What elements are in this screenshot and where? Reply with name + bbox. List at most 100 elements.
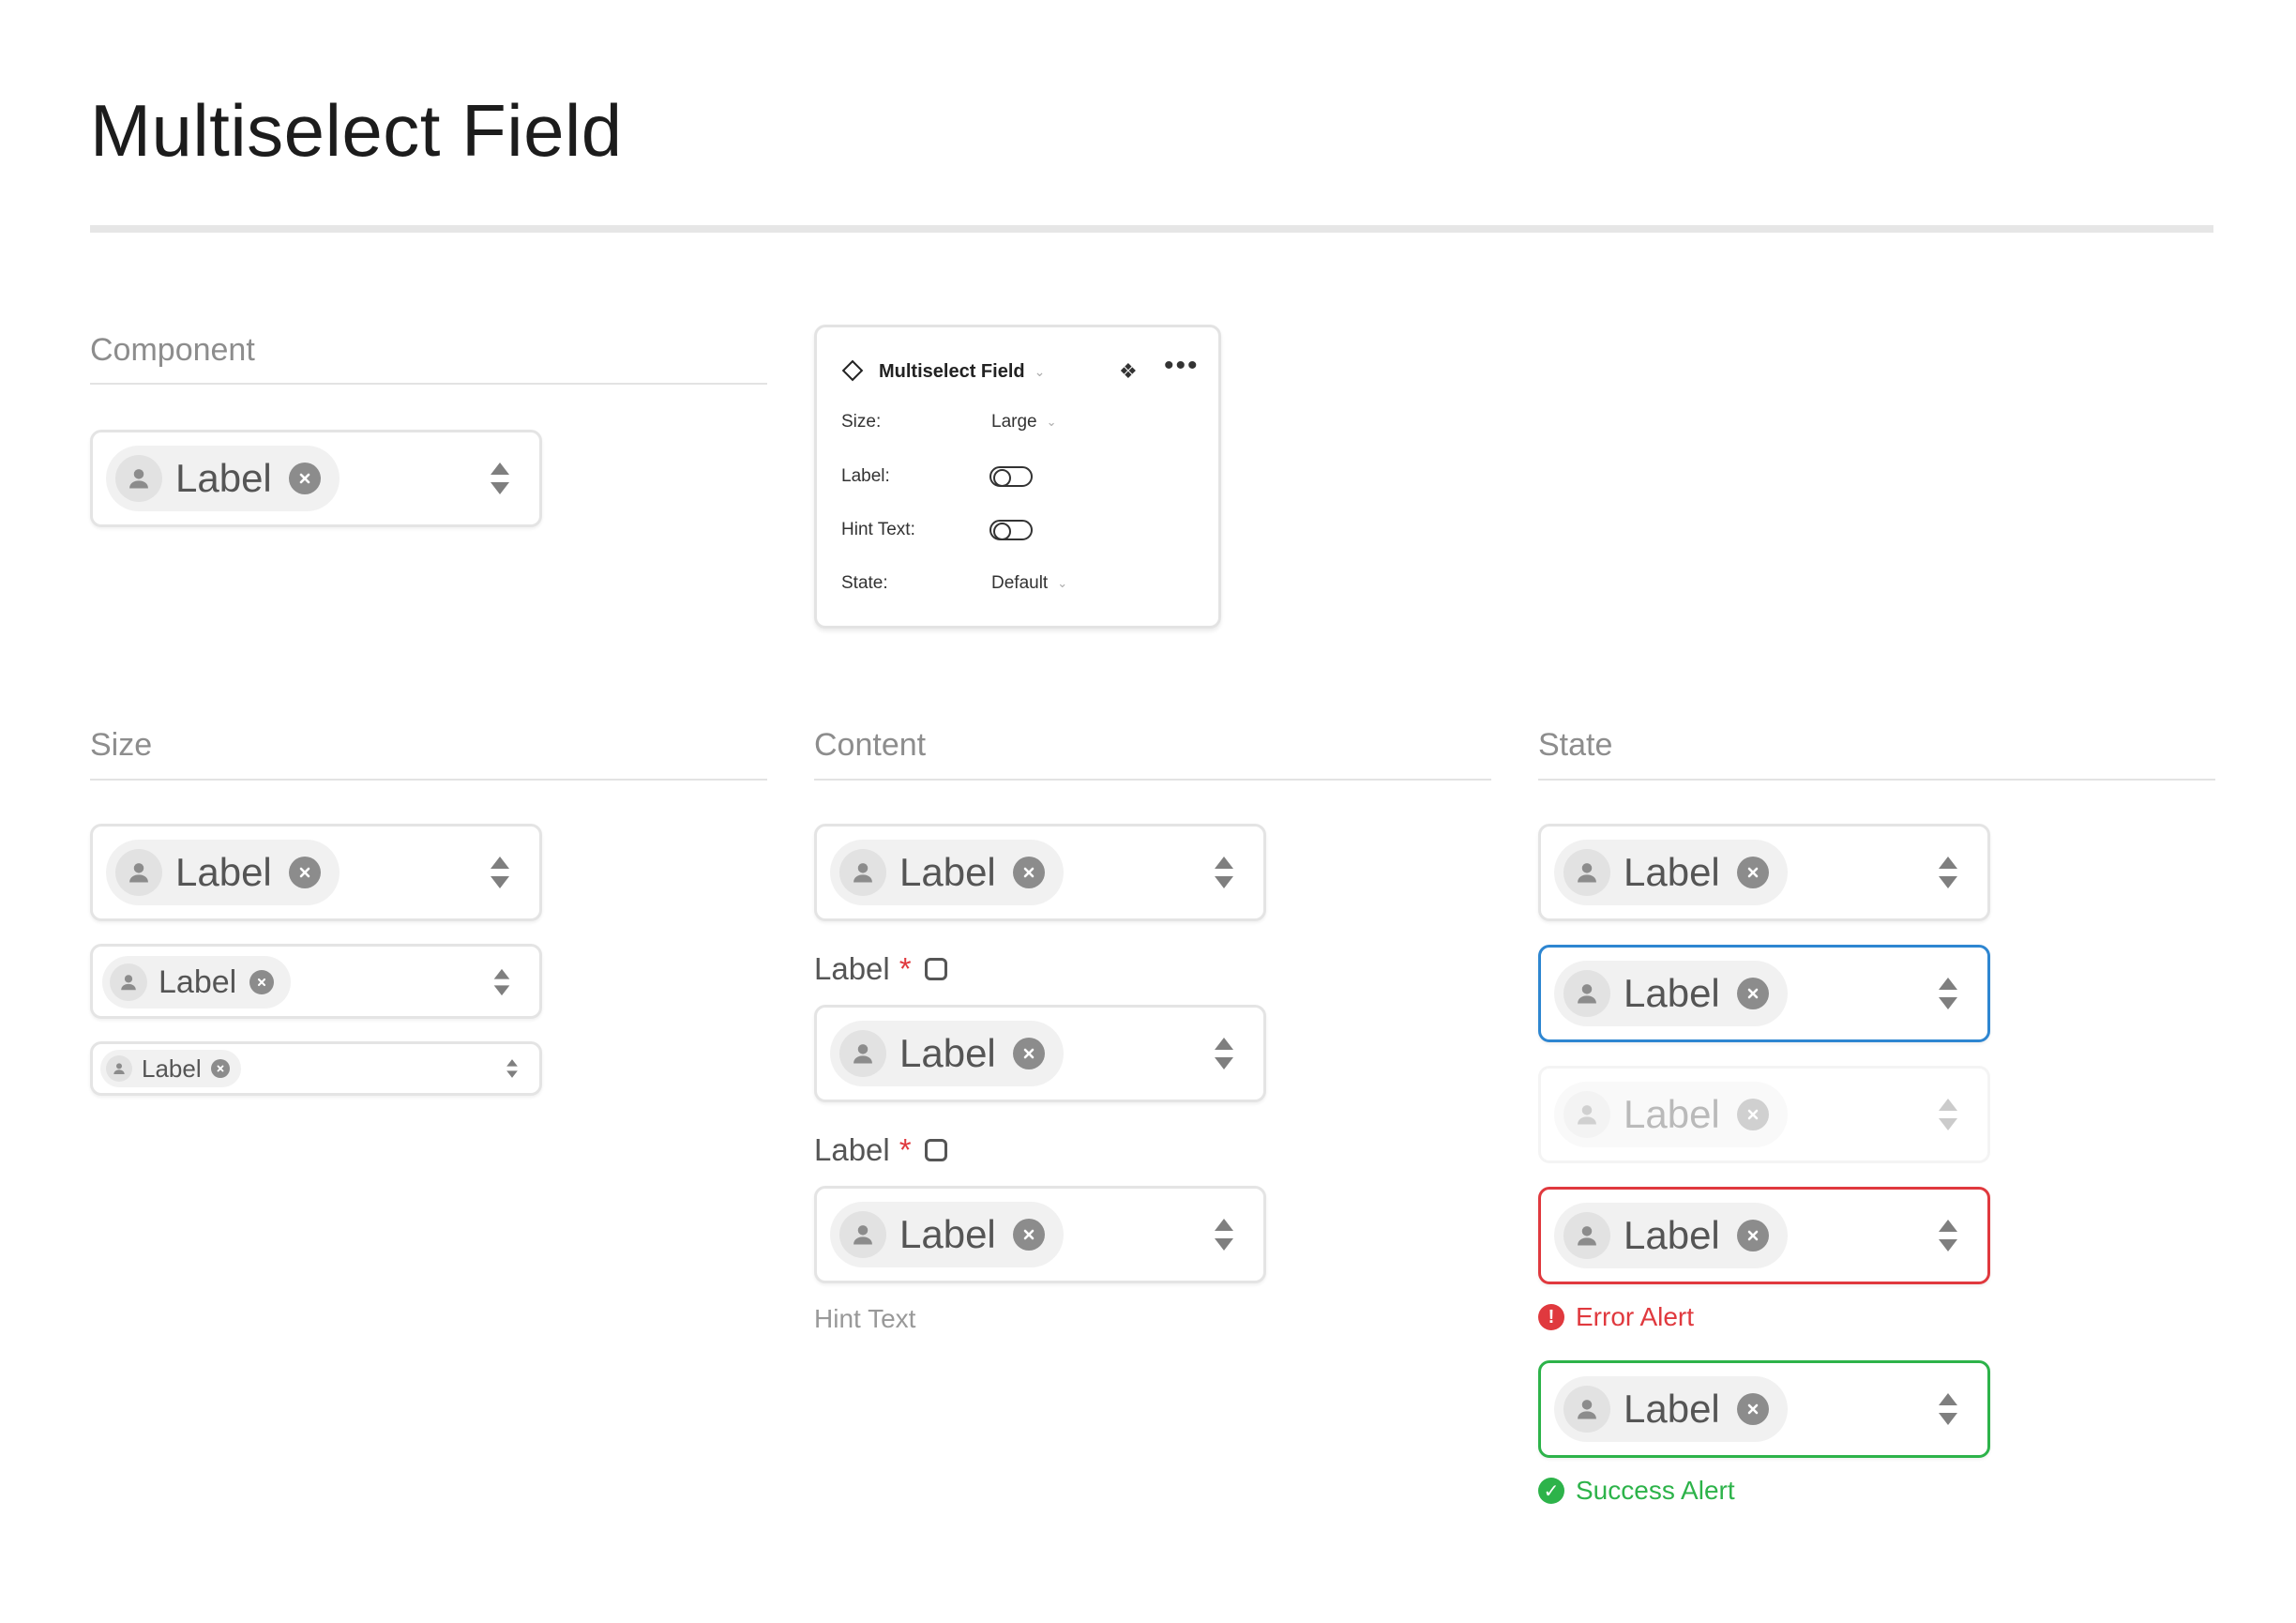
user-avatar-icon — [115, 455, 162, 502]
stepper-icon[interactable] — [1937, 1218, 1959, 1253]
prop-size-dropdown[interactable]: Large ⌄ — [991, 412, 1057, 432]
selected-chip: Label — [830, 1021, 1064, 1086]
remove-chip-icon — [1736, 1099, 1769, 1130]
stepper-icon[interactable] — [1937, 1391, 1959, 1427]
more-icon[interactable]: ••• — [1164, 350, 1200, 382]
info-icon[interactable] — [924, 1138, 947, 1161]
panel-title-text: Multiselect Field — [879, 361, 1025, 382]
multiselect-field-default[interactable]: Label — [1538, 824, 1990, 921]
user-avatar-icon — [1563, 970, 1610, 1017]
field-label: Label * — [814, 1134, 947, 1165]
remove-chip-icon[interactable] — [1012, 857, 1045, 888]
selected-chip: Label — [1554, 961, 1788, 1026]
stepper-icon[interactable] — [1213, 1036, 1235, 1071]
required-mark: * — [899, 951, 912, 986]
remove-chip-icon[interactable] — [1012, 1219, 1045, 1251]
remove-chip-icon[interactable] — [1736, 1220, 1769, 1251]
stepper-icon[interactable] — [492, 967, 511, 997]
chip-label: Label — [899, 1212, 996, 1256]
prop-state-dropdown[interactable]: Default ⌄ — [991, 573, 1067, 594]
remove-chip-icon[interactable] — [1012, 1038, 1045, 1069]
stepper-icon — [1937, 1097, 1959, 1132]
section-state-heading: State — [1538, 727, 1613, 763]
multiselect-field-focus[interactable]: Label — [1538, 945, 1990, 1042]
chip-label: Label — [1624, 971, 1720, 1015]
chip-label: Label — [175, 456, 272, 500]
multiselect-field-success[interactable]: Label — [1538, 1360, 1990, 1458]
user-avatar-icon — [1563, 1091, 1610, 1138]
multiselect-field-error[interactable]: Label — [1538, 1187, 1990, 1284]
info-icon[interactable] — [924, 957, 947, 980]
required-mark: * — [899, 1132, 912, 1167]
error-alert-text: Error Alert — [1576, 1302, 1695, 1331]
multiselect-field-with-hint[interactable]: Label — [814, 1186, 1266, 1283]
user-avatar-icon — [1563, 1212, 1610, 1259]
chevron-down-icon: ⌄ — [1057, 576, 1068, 590]
selected-chip: Label — [1554, 1203, 1788, 1268]
remove-chip-icon[interactable] — [288, 463, 321, 494]
remove-chip-icon[interactable] — [210, 1059, 230, 1078]
stepper-icon[interactable] — [506, 1057, 519, 1080]
user-avatar-icon — [106, 1055, 132, 1082]
selected-chip: Label — [1554, 840, 1788, 905]
multiselect-field[interactable]: Label — [90, 430, 542, 527]
multiselect-field-disabled: Label — [1538, 1066, 1990, 1163]
chip-label: Label — [1624, 1092, 1720, 1136]
selected-chip: Label — [1554, 1082, 1788, 1147]
selected-chip: Label — [1554, 1376, 1788, 1442]
chevron-down-icon: ⌄ — [1046, 415, 1057, 429]
remove-chip-icon[interactable] — [1736, 1393, 1769, 1425]
move-icon[interactable]: ❖ — [1119, 359, 1138, 384]
multiselect-field[interactable]: Label — [814, 824, 1266, 921]
selected-chip: Label — [106, 446, 340, 511]
selected-chip: Label — [830, 1202, 1064, 1267]
chip-label: Label — [1624, 1387, 1720, 1431]
properties-panel: Multiselect Field ⌄ ❖ ••• Size: Large ⌄ L… — [814, 325, 1221, 629]
multiselect-field-small[interactable]: Label — [90, 1041, 542, 1096]
user-avatar-icon — [839, 1211, 886, 1258]
prop-size-value: Large — [991, 412, 1037, 432]
success-alert: ✓ Success Alert — [1538, 1476, 1735, 1506]
selected-chip: Label — [102, 956, 292, 1009]
chip-label: Label — [899, 1031, 996, 1075]
field-label: Label * — [814, 953, 947, 984]
prop-state-value: Default — [991, 573, 1049, 593]
stepper-icon[interactable] — [489, 461, 511, 496]
remove-chip-icon[interactable] — [1736, 978, 1769, 1009]
section-divider — [90, 383, 767, 385]
remove-chip-icon[interactable] — [1736, 857, 1769, 888]
component-diamond-icon — [841, 359, 864, 382]
prop-label-label: Label: — [841, 466, 890, 486]
multiselect-field-large[interactable]: Label — [90, 824, 542, 921]
success-alert-text: Success Alert — [1576, 1476, 1735, 1505]
stepper-icon[interactable] — [1937, 855, 1959, 890]
section-component-heading: Component — [90, 332, 255, 368]
stepper-icon[interactable] — [1937, 976, 1959, 1011]
stepper-icon[interactable] — [1213, 855, 1235, 890]
section-size-heading: Size — [90, 727, 153, 763]
stepper-icon[interactable] — [1213, 1217, 1235, 1252]
panel-title[interactable]: Multiselect Field ⌄ — [879, 361, 1045, 383]
remove-chip-icon[interactable] — [288, 857, 321, 888]
chevron-down-icon: ⌄ — [1034, 364, 1046, 379]
error-alert: ! Error Alert — [1538, 1302, 1694, 1332]
user-avatar-icon — [110, 963, 147, 1001]
section-content-heading: Content — [814, 727, 927, 763]
prop-hint-toggle[interactable] — [989, 520, 1033, 540]
title-divider — [90, 225, 2213, 233]
section-divider — [90, 779, 767, 781]
stepper-icon[interactable] — [489, 855, 511, 890]
remove-chip-icon[interactable] — [249, 970, 275, 994]
error-icon: ! — [1538, 1304, 1564, 1330]
user-avatar-icon — [115, 849, 162, 896]
page-title: Multiselect Field — [90, 89, 623, 172]
prop-label-toggle[interactable] — [989, 466, 1033, 487]
multiselect-field-with-label[interactable]: Label — [814, 1005, 1266, 1102]
multiselect-field-medium[interactable]: Label — [90, 944, 542, 1019]
chip-label: Label — [142, 1054, 202, 1083]
prop-hint-label: Hint Text: — [841, 520, 915, 539]
field-label-text: Label — [814, 1132, 890, 1167]
section-divider — [1538, 779, 2215, 781]
field-label-text: Label — [814, 951, 890, 986]
prop-size-label: Size: — [841, 412, 882, 432]
